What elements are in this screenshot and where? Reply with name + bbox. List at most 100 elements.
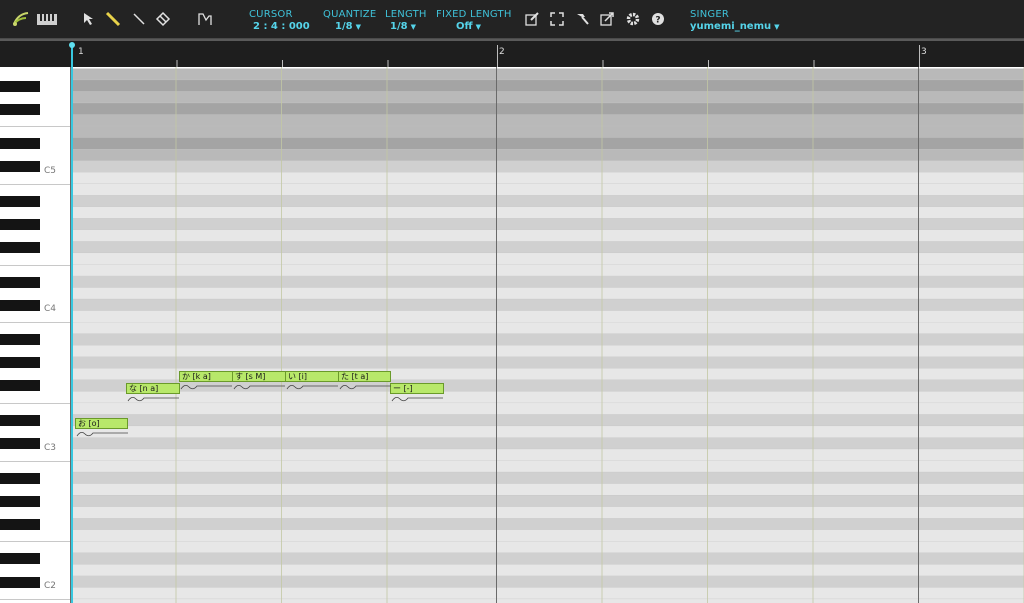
grid-row	[70, 310, 1024, 323]
grid-row	[70, 529, 1024, 542]
arrow-select-icon[interactable]	[80, 10, 98, 28]
grid-row	[70, 552, 1024, 565]
caret-down-icon: ▼	[355, 23, 361, 31]
grid-row	[70, 356, 1024, 369]
quantize-dropdown[interactable]: 1/8 ▼	[335, 21, 361, 32]
piano-icon[interactable]	[36, 10, 58, 28]
grid-row	[70, 403, 1024, 415]
grid-row	[70, 299, 1024, 311]
quantize-value: 1/8	[335, 21, 353, 32]
black-key[interactable]	[0, 553, 40, 565]
length-label: LENGTH	[385, 9, 427, 20]
pitch-line-na	[127, 397, 179, 402]
grid-row	[70, 229, 1024, 242]
black-key[interactable]	[0, 438, 40, 450]
black-key[interactable]	[0, 80, 40, 92]
black-key[interactable]	[0, 161, 40, 173]
black-key[interactable]	[0, 299, 40, 311]
black-key[interactable]	[0, 242, 40, 254]
piano-keyboard[interactable]: C5 C4 C3 C2	[0, 67, 70, 603]
caret-down-icon: ▼	[475, 23, 481, 31]
grid-row	[70, 126, 1024, 138]
cursor-label: CURSOR	[249, 9, 293, 20]
black-key[interactable]	[0, 276, 40, 288]
grid-row	[70, 253, 1024, 265]
grid-row	[70, 426, 1024, 438]
grid-row	[70, 333, 1024, 346]
fixed-length-dropdown[interactable]: Off ▼	[456, 21, 481, 32]
edit-icon[interactable]	[523, 10, 541, 28]
note-ta[interactable]: た [t a]	[338, 371, 391, 382]
black-key[interactable]	[0, 218, 40, 230]
grid-row	[70, 183, 1024, 196]
grid-row	[70, 91, 1024, 104]
grid-row	[70, 518, 1024, 530]
playhead-marker-icon[interactable]	[68, 41, 76, 49]
grid-row	[70, 414, 1024, 427]
eraser-icon[interactable]	[154, 10, 172, 28]
grid-row	[70, 149, 1024, 161]
pitch-line-ka	[180, 385, 232, 390]
black-key[interactable]	[0, 380, 40, 392]
gear-icon[interactable]	[624, 10, 642, 28]
black-key[interactable]	[0, 495, 40, 507]
note-su[interactable]: す [s M]	[232, 371, 286, 382]
grid-row	[70, 195, 1024, 207]
pitch-line-ta	[339, 385, 391, 390]
white-key-divider	[0, 460, 70, 462]
caret-down-icon: ▼	[774, 23, 780, 31]
note-dash[interactable]: ー [-]	[390, 383, 444, 394]
cursor-value: 2 : 4 : 000	[253, 21, 310, 32]
grid-row	[70, 206, 1024, 219]
grid-row	[70, 576, 1024, 588]
help-icon[interactable]: ?	[649, 10, 667, 28]
bar-number-2: 2	[499, 47, 505, 57]
black-key[interactable]	[0, 138, 40, 150]
expand-icon[interactable]	[548, 10, 566, 28]
bar-number-3: 3	[921, 47, 927, 57]
pencil-icon[interactable]	[104, 10, 122, 28]
logo-icon[interactable]	[12, 10, 30, 28]
cursor-position[interactable]: 2 : 4 : 000	[253, 21, 310, 32]
export-icon[interactable]	[598, 10, 616, 28]
toolbar: CURSOR 2 : 4 : 000 QUANTIZE 1/8 ▼ LENGTH …	[0, 0, 1024, 39]
note-na[interactable]: な [n a]	[126, 383, 180, 394]
grid-row	[70, 495, 1024, 507]
grid-row	[70, 322, 1024, 334]
white-key-divider	[0, 403, 70, 404]
length-dropdown[interactable]: 1/8 ▼	[390, 21, 416, 32]
grid-row	[70, 276, 1024, 288]
black-key[interactable]	[0, 472, 40, 484]
black-key[interactable]	[0, 357, 40, 369]
grid-row	[70, 564, 1024, 577]
grid-row	[70, 241, 1024, 254]
grid-lines	[70, 67, 1024, 603]
white-key-divider	[0, 264, 70, 266]
svg-text:?: ?	[655, 16, 660, 26]
grid-row	[70, 172, 1024, 184]
black-key[interactable]	[0, 518, 40, 530]
hammer-icon[interactable]	[573, 10, 591, 28]
note-o[interactable]: お [o]	[75, 418, 128, 429]
note-ka[interactable]: か [k a]	[179, 371, 233, 382]
black-key[interactable]	[0, 415, 40, 427]
grid-row	[70, 391, 1024, 404]
playhead[interactable]	[71, 44, 73, 603]
black-key[interactable]	[0, 103, 40, 115]
quantize-label: QUANTIZE	[323, 9, 377, 20]
line-tool-icon[interactable]	[130, 10, 148, 28]
grid-row	[70, 264, 1024, 277]
singer-dropdown[interactable]: yumemi_nemu ▼	[690, 21, 780, 32]
grid-row	[70, 103, 1024, 115]
pitch-line-o	[76, 432, 128, 437]
piano-roll-grid[interactable]: お [o] な [n a] か [k a] す [s M] い [i] た [t…	[70, 67, 1024, 603]
grid-row	[70, 114, 1024, 127]
black-key[interactable]	[0, 195, 40, 207]
octave-label-c4: C4	[43, 304, 56, 314]
length-value: 1/8	[390, 21, 408, 32]
black-key[interactable]	[0, 334, 40, 346]
pitch-curve-icon[interactable]	[196, 10, 214, 28]
grid-row	[70, 137, 1024, 150]
note-i[interactable]: い [i]	[285, 371, 339, 382]
black-key[interactable]	[0, 576, 40, 588]
